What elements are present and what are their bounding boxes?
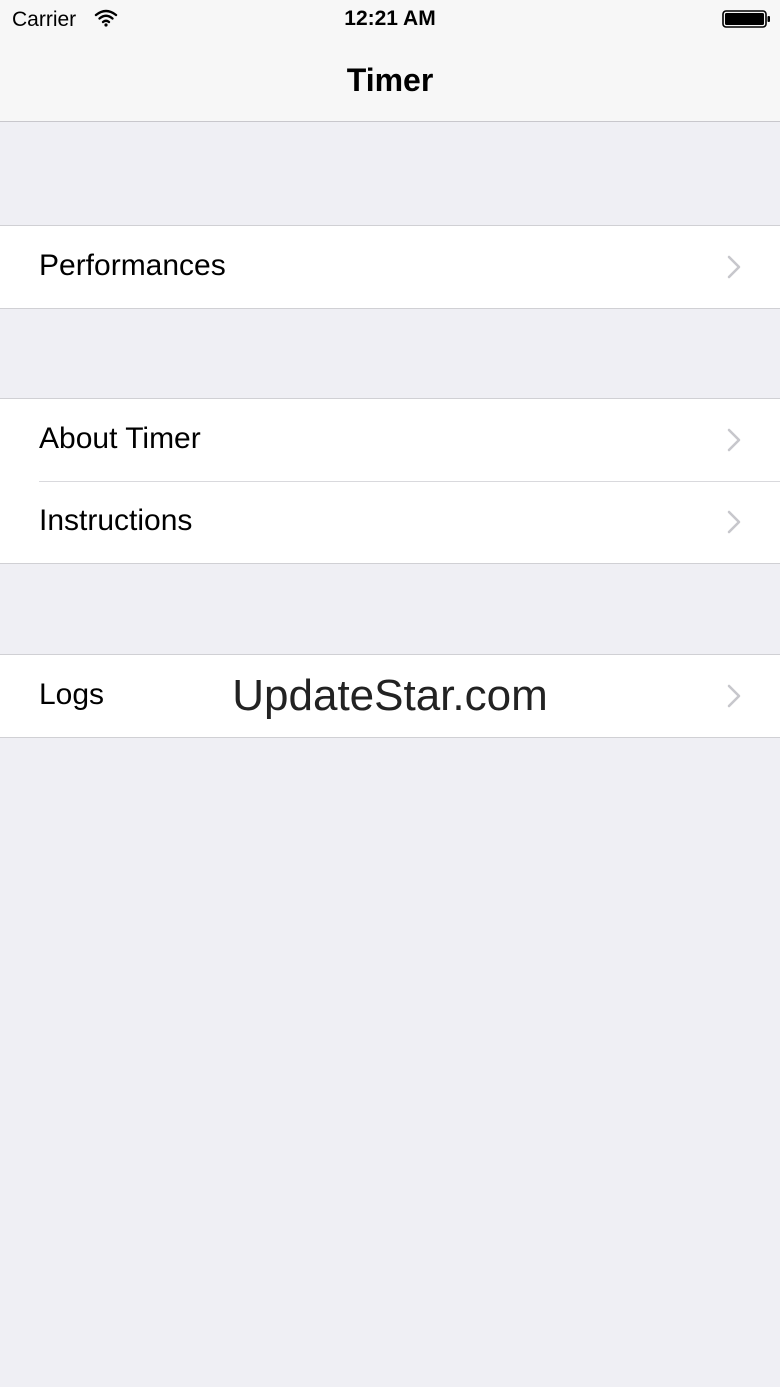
watermark-text: UpdateStar.com [232,671,548,720]
chevron-right-icon [727,255,741,279]
list-item-logs[interactable]: Logs UpdateStar.com [0,655,780,737]
navigation-bar: Timer [0,40,780,122]
list-item-label: Instructions [39,504,193,537]
section-performances: Performances [0,225,780,309]
chevron-right-icon [727,684,741,708]
list-item-about-timer[interactable]: About Timer [0,399,780,481]
page-title: Timer [346,62,434,98]
clock: 12:21 AM [344,7,436,30]
list-item-label: About Timer [39,422,201,455]
section-info: About Timer Instructions [0,398,780,564]
list-item-instructions[interactable]: Instructions [0,481,780,563]
list-item-label: Logs [39,678,105,711]
battery-icon [722,10,770,28]
list-item-label: Performances [39,249,226,282]
list-item-performances[interactable]: Performances [0,226,780,308]
section-logs: Logs UpdateStar.com [0,654,780,738]
status-bar: Carrier 12:21 AM [0,0,780,40]
chevron-right-icon [727,428,741,452]
chevron-right-icon [727,510,741,534]
